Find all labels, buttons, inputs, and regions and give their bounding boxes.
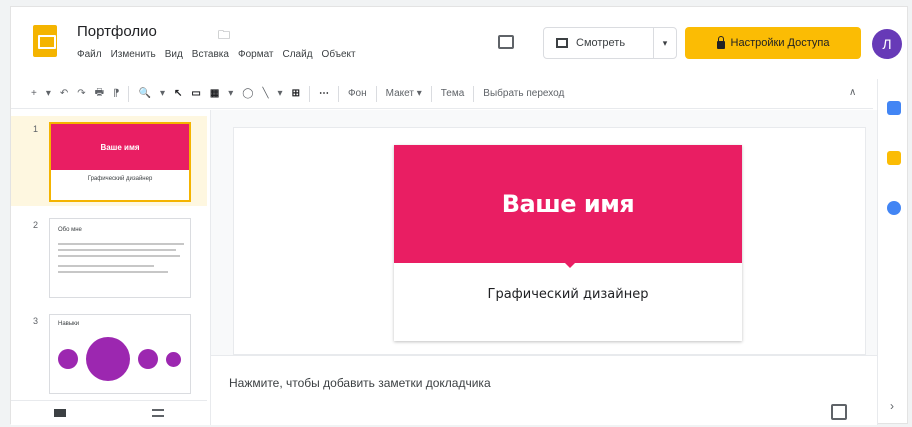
document-title[interactable]: Портфолио	[77, 23, 157, 40]
slide-canvas-area: Ваше имя Графический дизайнер	[211, 110, 877, 355]
thumbnail-subtitle: Графический дизайнер	[87, 176, 153, 182]
thumbnail-title: Ваше имя	[51, 124, 189, 170]
keep-icon[interactable]	[887, 151, 901, 165]
text-box-icon[interactable]: ▭	[191, 88, 200, 99]
chevron-down-icon[interactable]: ▾	[654, 38, 676, 49]
notes-placeholder[interactable]: Нажмите, чтобы добавить заметки докладчи…	[229, 376, 491, 390]
thumbnail-title: Навыки	[58, 321, 80, 327]
menu-object[interactable]: Объект	[322, 49, 356, 60]
slide-title[interactable]: Ваше имя	[394, 145, 742, 263]
toolbar-divider	[308, 85, 310, 102]
layout-button[interactable]: Макет ▾	[386, 88, 422, 99]
toolbar-divider	[128, 85, 130, 102]
menu-slide[interactable]: Слайд	[283, 49, 313, 60]
collapse-menus-icon[interactable]: ∧	[849, 87, 856, 98]
menu-edit[interactable]: Изменить	[111, 49, 156, 60]
paint-format-icon[interactable]: ⁋	[113, 88, 119, 99]
skill-circle	[138, 349, 158, 369]
comment-add-icon[interactable]: ⊞	[292, 88, 300, 99]
present-button[interactable]: Смотреть ▾	[543, 27, 677, 59]
slide-subtitle[interactable]: Графический дизайнер	[394, 287, 742, 302]
menu-view[interactable]: Вид	[165, 49, 183, 60]
slide-number: 1	[33, 124, 39, 134]
thumbnail-title: Обо мне	[58, 227, 82, 233]
speaker-notes[interactable]: Нажмите, чтобы добавить заметки докладчи…	[211, 355, 877, 425]
menu-bar: Файл Изменить Вид Вставка Формат Слайд О…	[77, 49, 356, 60]
chevron-right-icon[interactable]: ›	[890, 399, 894, 413]
image-icon[interactable]: ▦	[210, 88, 219, 99]
menu-insert[interactable]: Вставка	[192, 49, 229, 60]
filmstrip-view-toggle	[11, 400, 207, 425]
print-icon[interactable]: 🖶	[95, 85, 104, 102]
tasks-icon[interactable]	[887, 201, 901, 215]
filmstrip-item[interactable]: 2 Обо мне	[11, 212, 207, 302]
skill-circle	[58, 349, 78, 369]
share-button[interactable]: Настройки Доступа	[685, 27, 861, 59]
slide-number: 3	[33, 316, 39, 326]
calendar-icon[interactable]	[887, 101, 901, 115]
slide-canvas[interactable]: Ваше имя Графический дизайнер	[233, 127, 866, 355]
more-options-icon[interactable]: ⋯	[319, 88, 329, 99]
share-label: Настройки Доступа	[730, 37, 830, 49]
avatar[interactable]: Л	[872, 29, 902, 59]
thumbnail-text-line	[58, 255, 180, 257]
menu-file[interactable]: Файл	[77, 49, 102, 60]
new-slide-dropdown-icon[interactable]: ▾	[46, 88, 51, 99]
thumbnail-text-line	[58, 265, 154, 267]
redo-icon[interactable]: ↷	[77, 88, 85, 99]
lock-icon	[716, 36, 725, 49]
menu-format[interactable]: Формат	[238, 49, 274, 60]
filmstrip-item[interactable]: 3 Навыки	[11, 308, 207, 398]
slide-thumbnail[interactable]: Обо мне	[49, 218, 191, 298]
folder-icon[interactable]: 🗀	[218, 26, 230, 47]
image-dropdown-icon[interactable]: ▾	[228, 88, 233, 99]
undo-icon[interactable]: ↶	[60, 88, 68, 99]
new-slide-icon[interactable]: +	[31, 88, 37, 99]
title-card[interactable]: Ваше имя Графический дизайнер	[394, 145, 742, 341]
header: Портфолио 🗀 Файл Изменить Вид Вставка Фо…	[11, 7, 907, 79]
toolbar-divider	[473, 85, 475, 102]
transition-button[interactable]: Выбрать переход	[483, 88, 564, 99]
slide-filmstrip: 1 Ваше имя Графический дизайнер 2 Обо мн…	[11, 110, 211, 425]
skill-circle	[86, 337, 130, 381]
zoom-dropdown-icon[interactable]: ▾	[160, 88, 165, 99]
toolbar-divider	[430, 85, 432, 102]
explore-icon[interactable]	[831, 404, 847, 420]
slide-number: 2	[33, 220, 39, 230]
theme-button[interactable]: Тема	[441, 88, 465, 99]
toolbar: + ▾ ↶ ↷ 🖶 ⁋ 🔍 ▾ ↖ ▭ ▦ ▾ ◯ ╲ ▾ ⊞ ⋯ Фон Ма…	[11, 79, 873, 109]
toolbar-divider	[375, 85, 377, 102]
shape-icon[interactable]: ◯	[242, 88, 253, 99]
thumbnail-text-line	[58, 243, 184, 245]
thumbnail-text-line	[58, 249, 176, 251]
app-window: Портфолио 🗀 Файл Изменить Вид Вставка Фо…	[10, 6, 909, 425]
list-view-icon[interactable]	[152, 409, 164, 417]
skill-circle	[166, 352, 181, 367]
card-pointer	[564, 262, 576, 268]
present-label: Смотреть	[576, 37, 626, 49]
filmstrip-item[interactable]: 1 Ваше имя Графический дизайнер	[11, 116, 207, 206]
comment-history-icon[interactable]	[498, 35, 514, 49]
slide-thumbnail[interactable]: Ваше имя Графический дизайнер	[49, 122, 191, 202]
thumbnail-text-line	[58, 271, 168, 273]
line-icon[interactable]: ╲	[263, 88, 269, 99]
background-button[interactable]: Фон	[348, 88, 367, 99]
grid-view-icon[interactable]	[54, 409, 66, 417]
line-dropdown-icon[interactable]: ▾	[278, 88, 283, 99]
zoom-icon[interactable]: 🔍	[138, 88, 150, 99]
present-icon	[556, 38, 568, 48]
slides-logo-icon[interactable]	[33, 25, 57, 57]
side-panel: ›	[877, 79, 909, 425]
slide-thumbnail[interactable]: Навыки	[49, 314, 191, 394]
select-cursor-icon[interactable]: ↖	[174, 88, 182, 99]
toolbar-divider	[337, 85, 339, 102]
